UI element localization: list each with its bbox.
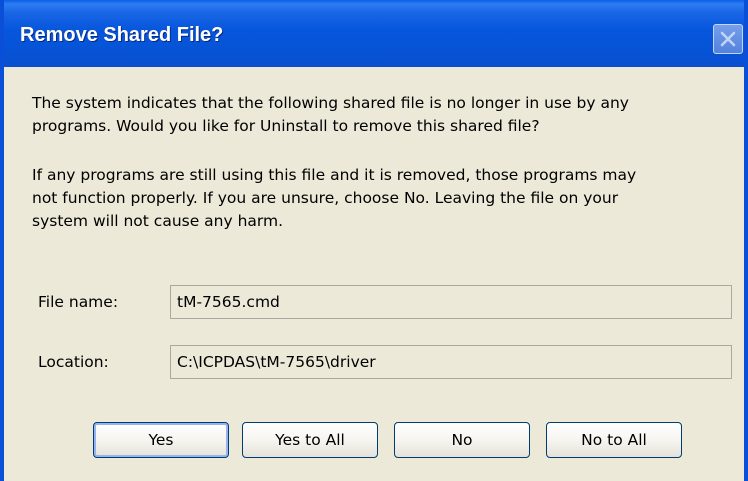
no-to-all-button[interactable]: No to All: [546, 422, 682, 458]
yes-to-all-button[interactable]: Yes to All: [242, 422, 378, 458]
file-name-field: tM-7565.cmd: [170, 285, 732, 319]
message-line: not function properly. If you are unsure…: [32, 189, 619, 207]
message-line: programs. Would you like for Uninstall t…: [32, 117, 540, 135]
title-bar[interactable]: Remove Shared File?: [4, 0, 744, 67]
dialog-title: Remove Shared File?: [20, 24, 224, 46]
remove-shared-file-dialog: Remove Shared File? The system indicates…: [0, 0, 748, 481]
yes-button[interactable]: Yes: [93, 422, 229, 458]
close-button[interactable]: [713, 24, 743, 54]
message-line: system will not cause any harm.: [32, 212, 284, 230]
message-line: The system indicates that the following …: [32, 94, 629, 112]
close-icon: [720, 31, 736, 47]
file-name-label: File name:: [38, 293, 119, 311]
location-field: C:\ICPDAS\tM-7565\driver: [170, 345, 732, 379]
message-paragraph-2: If any programs are still using this fil…: [32, 164, 732, 233]
message-line: If any programs are still using this fil…: [32, 166, 637, 184]
location-label: Location:: [38, 353, 109, 371]
message-paragraph-1: The system indicates that the following …: [32, 92, 732, 138]
no-button[interactable]: No: [394, 422, 530, 458]
